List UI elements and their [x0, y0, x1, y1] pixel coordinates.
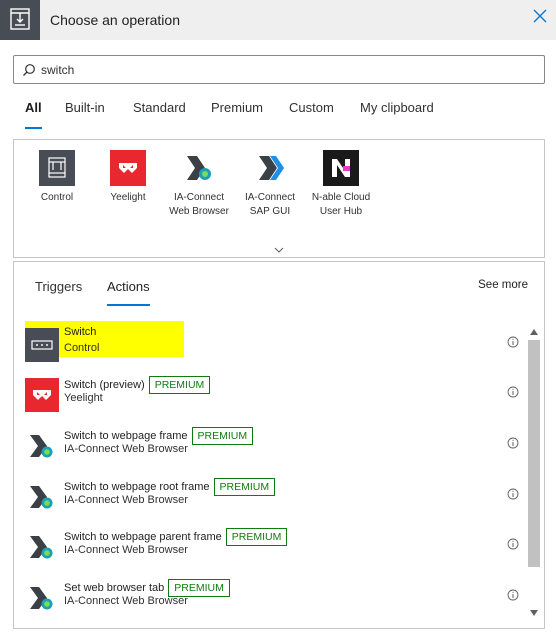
search-input[interactable] [41, 61, 521, 79]
tab-built-in[interactable]: Built-in [65, 100, 105, 115]
premium-badge: PREMIUM [148, 376, 211, 394]
tab-actions[interactable]: Actions [107, 279, 150, 306]
connector-name: N-able Cloud User Hub [311, 192, 371, 217]
control-switch-icon [25, 328, 59, 362]
action-connector: Control [64, 342, 100, 354]
premium-badge: PREMIUM [213, 478, 276, 496]
info-icon[interactable] [507, 488, 519, 500]
info-icon[interactable] [507, 386, 519, 398]
tab-all[interactable]: All [25, 100, 42, 129]
premium-badge: PREMIUM [225, 528, 288, 546]
connector-list: Control Yeelight IA-ConnectWeb Browser [13, 139, 545, 258]
control-icon [0, 0, 40, 40]
scroll-up-arrow-icon[interactable] [529, 328, 539, 336]
action-item-switch-to-webpage-frame[interactable]: Switch to webpage frame PREMIUM IA-Connec… [14, 425, 519, 467]
action-item-switch-to-webpage-parent-frame[interactable]: Switch to webpage parent frame PREMIUM IA… [14, 526, 519, 568]
results-panel: Triggers Actions See more Switch Control [13, 261, 545, 629]
action-connector: IA-Connect Web Browser [64, 494, 188, 506]
connector-name: IA-Connect SAP GUI [244, 192, 296, 217]
scrollbar[interactable] [527, 325, 541, 621]
search-box[interactable] [13, 55, 545, 84]
action-connector: IA-Connect Web Browser [64, 443, 188, 455]
info-icon[interactable] [507, 538, 519, 550]
connector-ia-connect-sap-gui[interactable]: IA-Connect SAP GUI [235, 150, 305, 219]
action-item-switch[interactable]: Switch Control [14, 321, 519, 366]
action-title: Switch [64, 326, 97, 338]
scrollbar-thumb[interactable] [528, 340, 540, 567]
tab-triggers[interactable]: Triggers [35, 279, 82, 294]
connector-yeelight[interactable]: Yeelight [93, 150, 163, 205]
control-icon [39, 150, 75, 186]
connector-ia-connect-web-browser[interactable]: IA-Connect Web Browser [164, 150, 234, 219]
connector-name: IA-Connect Web Browser [169, 192, 229, 217]
n-able-icon [323, 150, 359, 186]
close-icon[interactable] [532, 8, 548, 24]
action-connector: IA-Connect Web Browser [64, 595, 188, 607]
action-connector: IA-Connect Web Browser [64, 544, 188, 556]
info-icon[interactable] [507, 589, 519, 601]
yeelight-icon [25, 378, 59, 412]
connector-name: Yeelight [110, 192, 146, 203]
scroll-down-arrow-icon[interactable] [529, 609, 539, 617]
yeelight-icon [110, 150, 146, 186]
panel-header: Choose an operation [0, 0, 556, 40]
ia-connect-web-browser-icon [25, 429, 59, 463]
page-title: Choose an operation [50, 12, 180, 28]
action-item-switch-to-webpage-root-frame[interactable]: Switch to webpage root frame PREMIUM IA-C… [14, 476, 519, 518]
tab-custom[interactable]: Custom [289, 100, 334, 115]
premium-badge: PREMIUM [191, 427, 254, 445]
ia-connect-web-browser-icon [25, 480, 59, 514]
search-icon [23, 64, 35, 76]
tab-standard[interactable]: Standard [133, 100, 186, 115]
info-icon[interactable] [507, 437, 519, 449]
action-item-set-web-browser-tab[interactable]: Set web browser tab PREMIUM IA-Connect We… [14, 577, 519, 619]
see-more-link[interactable]: See more [478, 279, 528, 291]
ia-connect-web-browser-icon [25, 530, 59, 564]
action-connector: Yeelight [64, 392, 103, 404]
tab-premium[interactable]: Premium [211, 100, 263, 115]
tab-my-clipboard[interactable]: My clipboard [360, 100, 434, 115]
connector-name: Control [40, 192, 74, 203]
ia-connect-web-browser-icon [25, 581, 59, 615]
info-icon[interactable] [507, 336, 519, 348]
chevron-down-icon[interactable] [274, 247, 284, 254]
ia-connect-web-browser-icon [181, 150, 217, 186]
connector-control[interactable]: Control [22, 150, 92, 205]
ia-connect-sap-gui-icon [252, 150, 288, 186]
connector-n-able-cloud-user-hub[interactable]: N-able Cloud User Hub [306, 150, 376, 219]
action-item-switch-preview[interactable]: Switch (preview) PREMIUM Yeelight [14, 374, 519, 416]
